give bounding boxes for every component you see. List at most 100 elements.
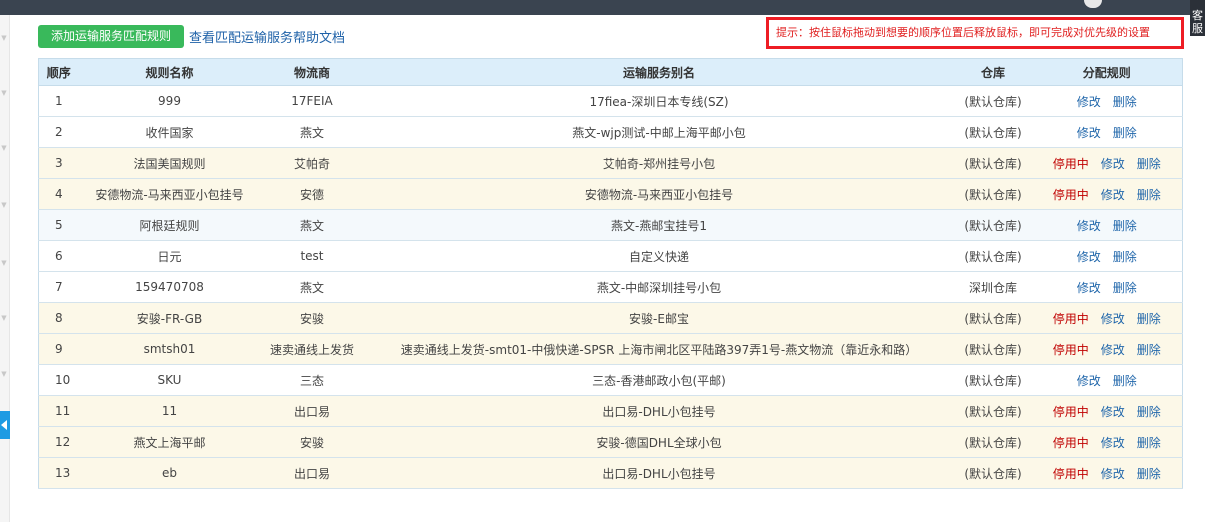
edit-rule-link[interactable]: 修改 [1101, 434, 1125, 451]
cell-actions: 修改 删除 [1031, 364, 1183, 396]
chevron-down-icon[interactable]: ▼ [0, 35, 8, 42]
table-row[interactable]: 2 收件国家 燕文 燕文-wjp测试-中邮上海平邮小包 (默认仓库) 修改 删除 [38, 116, 1183, 148]
delete-rule-link[interactable]: 删除 [1113, 124, 1137, 141]
chevron-down-icon[interactable]: ▼ [0, 371, 8, 378]
edit-rule-link[interactable]: 修改 [1101, 465, 1125, 482]
delete-rule-link[interactable]: 删除 [1137, 310, 1161, 327]
edit-rule-link[interactable]: 修改 [1077, 93, 1101, 110]
disabled-status-link[interactable]: 停用中 [1053, 403, 1089, 420]
add-shipping-rule-button[interactable]: 添加运输服务匹配规则 [38, 25, 184, 48]
column-header-rule-name: 规则名称 [78, 58, 261, 86]
cell-order: 8 [38, 302, 79, 334]
cell-service-alias: 安德物流-马来西亚小包挂号 [363, 178, 955, 210]
cell-actions: 修改 删除 [1031, 85, 1183, 117]
top-navigation-bar [0, 0, 1205, 15]
cell-carrier: 出口易 [260, 457, 364, 489]
table-row[interactable]: 11 11 出口易 出口易-DHL小包挂号 (默认仓库) 停用中 修改 删除 [38, 395, 1183, 427]
cell-carrier: 安骏 [260, 426, 364, 458]
table-row[interactable]: 1 999 17FEIA 17fiea-深圳日本专线(SZ) (默认仓库) 修改 删除 [38, 85, 1183, 117]
cell-order: 9 [38, 333, 79, 365]
cell-carrier: 17FEIA [260, 85, 364, 117]
table-row[interactable]: 10 SKU 三态 三态-香港邮政小包(平邮) (默认仓库) 修改 删除 [38, 364, 1183, 396]
cell-warehouse: (默认仓库) [954, 209, 1032, 241]
table-row[interactable]: 4 安德物流-马来西亚小包挂号 安德 安德物流-马来西亚小包挂号 (默认仓库) 停用中 修改… [38, 178, 1183, 210]
cell-rule-name: 燕文上海平邮 [78, 426, 261, 458]
cell-rule-name: 收件国家 [78, 116, 261, 148]
edit-rule-link[interactable]: 修改 [1077, 217, 1101, 234]
column-header-warehouse: 仓库 [954, 58, 1032, 86]
edit-rule-link[interactable]: 修改 [1101, 403, 1125, 420]
chevron-down-icon[interactable]: ▼ [0, 202, 8, 209]
cell-order: 1 [38, 85, 79, 117]
cell-order: 3 [38, 147, 79, 179]
table-row[interactable]: 7 159470708 燕文 燕文-中邮深圳挂号小包 深圳仓库 修改 删除 [38, 271, 1183, 303]
cell-warehouse: (默认仓库) [954, 302, 1032, 334]
delete-rule-link[interactable]: 删除 [1137, 186, 1161, 203]
priority-tip-box: 提示：按住鼠标拖动到想要的顺序位置后释放鼠标，即可完成对优先级的设置 [766, 17, 1184, 49]
cell-service-alias: 燕文-中邮深圳挂号小包 [363, 271, 955, 303]
cell-rule-name: 安骏-FR-GB [78, 302, 261, 334]
column-header-service-alias: 运输服务别名 [363, 58, 955, 86]
edit-rule-link[interactable]: 修改 [1077, 124, 1101, 141]
help-doc-link[interactable]: 查看匹配运输服务帮助文档 [189, 27, 345, 46]
edit-rule-link[interactable]: 修改 [1101, 186, 1125, 203]
delete-rule-link[interactable]: 删除 [1137, 465, 1161, 482]
edit-rule-link[interactable]: 修改 [1077, 248, 1101, 265]
shipping-rules-table: 顺序 规则名称 物流商 运输服务别名 仓库 分配规则 1 999 17FEIA 17f… [38, 58, 1183, 489]
cell-carrier: 出口易 [260, 395, 364, 427]
chevron-down-icon[interactable]: ▼ [0, 260, 8, 267]
delete-rule-link[interactable]: 删除 [1137, 403, 1161, 420]
cell-service-alias: 艾帕奇-郑州挂号小包 [363, 147, 955, 179]
cell-order: 7 [38, 271, 79, 303]
cell-service-alias: 安骏-E邮宝 [363, 302, 955, 334]
column-header-allocation: 分配规则 [1031, 58, 1183, 86]
table-row[interactable]: 8 安骏-FR-GB 安骏 安骏-E邮宝 (默认仓库) 停用中 修改 删除 [38, 302, 1183, 334]
delete-rule-link[interactable]: 删除 [1113, 279, 1137, 296]
edit-rule-link[interactable]: 修改 [1101, 155, 1125, 172]
edit-rule-link[interactable]: 修改 [1101, 341, 1125, 358]
chevron-down-icon[interactable]: ▼ [0, 145, 8, 152]
table-row[interactable]: 9 smtsh01 速卖通线上发货 速卖通线上发货-smt01-中俄快递-SPSR 上… [38, 333, 1183, 365]
disabled-status-link[interactable]: 停用中 [1053, 310, 1089, 327]
table-row[interactable]: 6 日元 test 自定义快递 (默认仓库) 修改 删除 [38, 240, 1183, 272]
cell-carrier: 三态 [260, 364, 364, 396]
edit-rule-link[interactable]: 修改 [1077, 279, 1101, 296]
chevron-left-icon[interactable] [0, 411, 10, 439]
cell-service-alias: 燕文-燕邮宝挂号1 [363, 209, 955, 241]
cell-actions: 停用中 修改 删除 [1031, 457, 1183, 489]
edit-rule-link[interactable]: 修改 [1101, 310, 1125, 327]
delete-rule-link[interactable]: 删除 [1137, 434, 1161, 451]
cell-service-alias: 燕文-wjp测试-中邮上海平邮小包 [363, 116, 955, 148]
cell-rule-name: SKU [78, 364, 261, 396]
delete-rule-link[interactable]: 删除 [1137, 155, 1161, 172]
table-row[interactable]: 5 阿根廷规则 燕文 燕文-燕邮宝挂号1 (默认仓库) 修改 删除 [38, 209, 1183, 241]
customer-service-tab[interactable]: 客服 [1190, 0, 1205, 36]
disabled-status-link[interactable]: 停用中 [1053, 341, 1089, 358]
table-row[interactable]: 3 法国美国规则 艾帕奇 艾帕奇-郑州挂号小包 (默认仓库) 停用中 修改 删除 [38, 147, 1183, 179]
delete-rule-link[interactable]: 删除 [1113, 217, 1137, 234]
delete-rule-link[interactable]: 删除 [1137, 341, 1161, 358]
chevron-down-icon[interactable]: ▼ [0, 315, 8, 322]
cell-actions: 修改 删除 [1031, 240, 1183, 272]
delete-rule-link[interactable]: 删除 [1113, 372, 1137, 389]
cell-rule-name: 法国美国规则 [78, 147, 261, 179]
table-row[interactable]: 13 eb 出口易 出口易-DHL小包挂号 (默认仓库) 停用中 修改 删除 [38, 457, 1183, 489]
table-header-row: 顺序 规则名称 物流商 运输服务别名 仓库 分配规则 [38, 58, 1183, 86]
cell-rule-name: 日元 [78, 240, 261, 272]
delete-rule-link[interactable]: 删除 [1113, 248, 1137, 265]
chevron-down-icon[interactable]: ▼ [0, 90, 8, 97]
cell-order: 6 [38, 240, 79, 272]
cell-warehouse: (默认仓库) [954, 395, 1032, 427]
table-row[interactable]: 12 燕文上海平邮 安骏 安骏-德国DHL全球小包 (默认仓库) 停用中 修改 删除 [38, 426, 1183, 458]
delete-rule-link[interactable]: 删除 [1113, 93, 1137, 110]
disabled-status-link[interactable]: 停用中 [1053, 186, 1089, 203]
cell-actions: 修改 删除 [1031, 209, 1183, 241]
cell-warehouse: (默认仓库) [954, 116, 1032, 148]
disabled-status-link[interactable]: 停用中 [1053, 465, 1089, 482]
cell-order: 10 [38, 364, 79, 396]
cell-carrier: 安德 [260, 178, 364, 210]
disabled-status-link[interactable]: 停用中 [1053, 434, 1089, 451]
edit-rule-link[interactable]: 修改 [1077, 372, 1101, 389]
cell-carrier: 安骏 [260, 302, 364, 334]
disabled-status-link[interactable]: 停用中 [1053, 155, 1089, 172]
